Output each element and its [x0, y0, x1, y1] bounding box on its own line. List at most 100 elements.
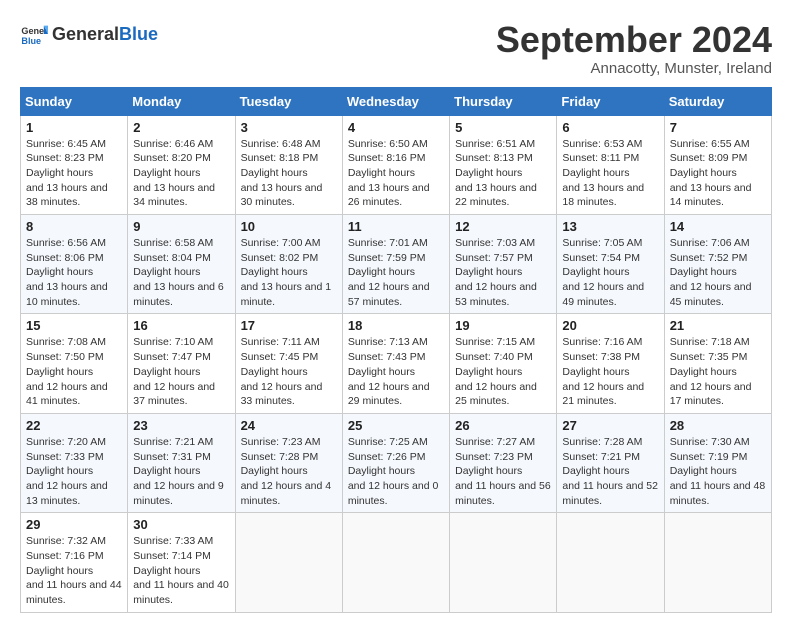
calendar-day-cell: 2 Sunrise: 6:46 AM Sunset: 8:20 PM Dayli… [128, 115, 235, 214]
daylight-label: Daylight hours [133, 167, 200, 179]
calendar-day-cell [342, 513, 449, 612]
daylight-value: and 11 hours and 52 minutes. [562, 480, 658, 507]
day-number: 23 [133, 418, 229, 433]
day-number: 6 [562, 120, 658, 135]
daylight-label: Daylight hours [455, 266, 522, 278]
sunrise-label: Sunrise: 6:51 AM [455, 138, 535, 150]
calendar-day-cell: 29 Sunrise: 7:32 AM Sunset: 7:16 PM Dayl… [21, 513, 128, 612]
sunset-label: Sunset: 7:38 PM [562, 351, 640, 363]
weekday-header-tuesday: Tuesday [235, 87, 342, 115]
day-number: 13 [562, 219, 658, 234]
logo-text-blue: Blue [119, 25, 158, 43]
daylight-label: Daylight hours [133, 565, 200, 577]
sunset-label: Sunset: 7:52 PM [670, 252, 748, 264]
daylight-value: and 12 hours and 37 minutes. [133, 381, 215, 408]
day-number: 9 [133, 219, 229, 234]
day-number: 11 [348, 219, 444, 234]
day-number: 22 [26, 418, 122, 433]
day-info: Sunrise: 7:01 AM Sunset: 7:59 PM Dayligh… [348, 236, 444, 309]
calendar-day-cell: 17 Sunrise: 7:11 AM Sunset: 7:45 PM Dayl… [235, 314, 342, 413]
sunrise-label: Sunrise: 6:55 AM [670, 138, 750, 150]
sunrise-label: Sunrise: 6:48 AM [241, 138, 321, 150]
sunrise-label: Sunrise: 7:06 AM [670, 237, 750, 249]
daylight-label: Daylight hours [455, 167, 522, 179]
day-info: Sunrise: 7:00 AM Sunset: 8:02 PM Dayligh… [241, 236, 337, 309]
daylight-label: Daylight hours [562, 465, 629, 477]
daylight-value: and 12 hours and 57 minutes. [348, 281, 430, 308]
sunset-label: Sunset: 8:18 PM [241, 152, 319, 164]
location-subtitle: Annacotty, Munster, Ireland [496, 60, 772, 77]
logo-icon: General Blue [20, 20, 48, 48]
calendar-day-cell: 24 Sunrise: 7:23 AM Sunset: 7:28 PM Dayl… [235, 413, 342, 512]
daylight-value: and 11 hours and 44 minutes. [26, 579, 122, 606]
daylight-label: Daylight hours [133, 366, 200, 378]
sunset-label: Sunset: 8:23 PM [26, 152, 104, 164]
calendar-day-cell: 21 Sunrise: 7:18 AM Sunset: 7:35 PM Dayl… [664, 314, 771, 413]
daylight-label: Daylight hours [455, 366, 522, 378]
daylight-value: and 13 hours and 38 minutes. [26, 182, 108, 209]
sunrise-label: Sunrise: 7:05 AM [562, 237, 642, 249]
day-number: 29 [26, 517, 122, 532]
day-info: Sunrise: 7:06 AM Sunset: 7:52 PM Dayligh… [670, 236, 766, 309]
daylight-value: and 12 hours and 21 minutes. [562, 381, 644, 408]
calendar-day-cell: 5 Sunrise: 6:51 AM Sunset: 8:13 PM Dayli… [450, 115, 557, 214]
sunrise-label: Sunrise: 7:25 AM [348, 436, 428, 448]
day-info: Sunrise: 7:30 AM Sunset: 7:19 PM Dayligh… [670, 435, 766, 508]
sunrise-label: Sunrise: 7:01 AM [348, 237, 428, 249]
day-number: 7 [670, 120, 766, 135]
day-number: 1 [26, 120, 122, 135]
daylight-value: and 12 hours and 9 minutes. [133, 480, 224, 507]
calendar-day-cell: 4 Sunrise: 6:50 AM Sunset: 8:16 PM Dayli… [342, 115, 449, 214]
day-number: 18 [348, 318, 444, 333]
sunrise-label: Sunrise: 7:23 AM [241, 436, 321, 448]
sunrise-label: Sunrise: 7:15 AM [455, 336, 535, 348]
day-info: Sunrise: 6:58 AM Sunset: 8:04 PM Dayligh… [133, 236, 229, 309]
sunrise-label: Sunrise: 6:46 AM [133, 138, 213, 150]
sunrise-label: Sunrise: 7:32 AM [26, 535, 106, 547]
sunrise-label: Sunrise: 6:50 AM [348, 138, 428, 150]
calendar-day-cell: 18 Sunrise: 7:13 AM Sunset: 7:43 PM Dayl… [342, 314, 449, 413]
daylight-label: Daylight hours [26, 465, 93, 477]
day-info: Sunrise: 7:25 AM Sunset: 7:26 PM Dayligh… [348, 435, 444, 508]
daylight-value: and 11 hours and 48 minutes. [670, 480, 766, 507]
daylight-value: and 11 hours and 56 minutes. [455, 480, 551, 507]
calendar-day-cell: 11 Sunrise: 7:01 AM Sunset: 7:59 PM Dayl… [342, 215, 449, 314]
sunset-label: Sunset: 7:21 PM [562, 451, 640, 463]
calendar-day-cell: 8 Sunrise: 6:56 AM Sunset: 8:06 PM Dayli… [21, 215, 128, 314]
sunrise-label: Sunrise: 7:33 AM [133, 535, 213, 547]
day-number: 27 [562, 418, 658, 433]
daylight-value: and 13 hours and 1 minute. [241, 281, 332, 308]
daylight-label: Daylight hours [133, 266, 200, 278]
calendar-day-cell: 19 Sunrise: 7:15 AM Sunset: 7:40 PM Dayl… [450, 314, 557, 413]
day-number: 24 [241, 418, 337, 433]
calendar-week-row: 15 Sunrise: 7:08 AM Sunset: 7:50 PM Dayl… [21, 314, 772, 413]
calendar-week-row: 1 Sunrise: 6:45 AM Sunset: 8:23 PM Dayli… [21, 115, 772, 214]
sunset-label: Sunset: 7:59 PM [348, 252, 426, 264]
calendar-day-cell: 15 Sunrise: 7:08 AM Sunset: 7:50 PM Dayl… [21, 314, 128, 413]
sunset-label: Sunset: 7:43 PM [348, 351, 426, 363]
day-info: Sunrise: 7:20 AM Sunset: 7:33 PM Dayligh… [26, 435, 122, 508]
daylight-value: and 13 hours and 18 minutes. [562, 182, 644, 209]
daylight-label: Daylight hours [26, 565, 93, 577]
sunset-label: Sunset: 7:23 PM [455, 451, 533, 463]
day-info: Sunrise: 7:27 AM Sunset: 7:23 PM Dayligh… [455, 435, 551, 508]
daylight-label: Daylight hours [455, 465, 522, 477]
daylight-label: Daylight hours [562, 266, 629, 278]
sunset-label: Sunset: 7:33 PM [26, 451, 104, 463]
sunrise-label: Sunrise: 7:27 AM [455, 436, 535, 448]
day-info: Sunrise: 7:18 AM Sunset: 7:35 PM Dayligh… [670, 335, 766, 408]
sunrise-label: Sunrise: 7:30 AM [670, 436, 750, 448]
daylight-label: Daylight hours [133, 465, 200, 477]
calendar-week-row: 29 Sunrise: 7:32 AM Sunset: 7:16 PM Dayl… [21, 513, 772, 612]
calendar-day-cell: 1 Sunrise: 6:45 AM Sunset: 8:23 PM Dayli… [21, 115, 128, 214]
weekday-header-friday: Friday [557, 87, 664, 115]
calendar-day-cell: 23 Sunrise: 7:21 AM Sunset: 7:31 PM Dayl… [128, 413, 235, 512]
day-info: Sunrise: 6:53 AM Sunset: 8:11 PM Dayligh… [562, 137, 658, 210]
sunrise-label: Sunrise: 6:56 AM [26, 237, 106, 249]
sunrise-label: Sunrise: 7:13 AM [348, 336, 428, 348]
daylight-label: Daylight hours [241, 465, 308, 477]
calendar-day-cell: 26 Sunrise: 7:27 AM Sunset: 7:23 PM Dayl… [450, 413, 557, 512]
daylight-label: Daylight hours [348, 266, 415, 278]
day-info: Sunrise: 7:28 AM Sunset: 7:21 PM Dayligh… [562, 435, 658, 508]
weekday-header-thursday: Thursday [450, 87, 557, 115]
